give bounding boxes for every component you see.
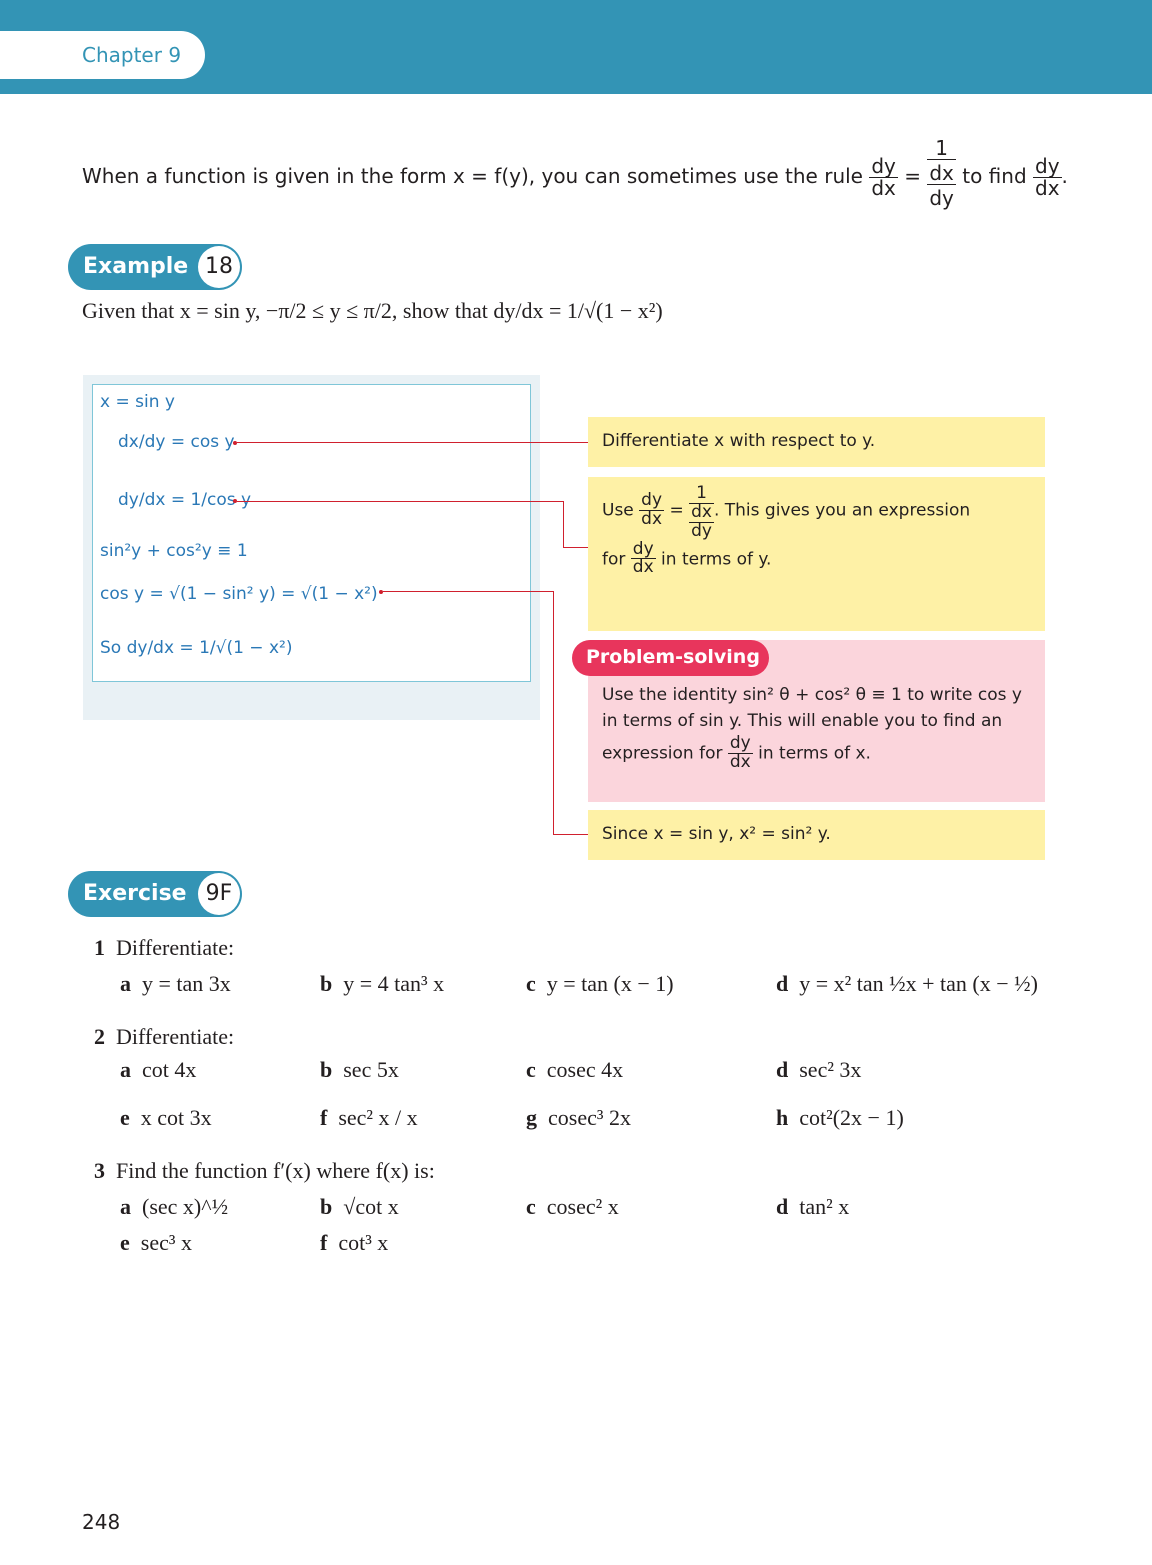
example-badge: Example 18 [68,244,242,290]
question-3f: f cot³ x [320,1230,389,1255]
working-line-3: dy/dx = 1/cos y [118,490,252,510]
connector-line-1 [237,442,588,443]
problem-solving-tag: Problem-solving [572,640,769,676]
question-3a: a (sec x)^½ [120,1194,229,1219]
working-line-1: x = sin y [100,392,175,412]
note-fraction-for: dy dx [630,538,656,578]
example-statement: Given that x = sin y, −π/2 ≤ y ≤ π/2, sh… [82,298,663,323]
note-differentiate: Differentiate x with respect to y. [588,417,1045,467]
question-1d: d y = x² tan ½x + tan (x − ½) [776,971,1038,996]
working-line-6: So dy/dx = 1/√(1 − x²) [100,638,293,658]
connector-line-3c [553,834,588,835]
connector-line-2a [237,501,564,502]
question-3b: b √cot x [320,1194,399,1219]
connector-line-2b [563,501,564,547]
note-fraction-reciprocal: 1 dx dy [689,483,714,541]
question-1a: a y = tan 3x [120,971,231,996]
rule-lhs-fraction: dy dx [869,154,898,200]
exercise-code: 9F [198,873,240,915]
question-1b: b y = 4 tan³ x [320,971,445,996]
question-1c: c y = tan (x − 1) [526,971,674,996]
question-3d: d tan² x [776,1194,850,1219]
working-line-2: dx/dy = cos y [118,432,235,452]
note-since: Since x = sin y, x² = sin² y. [588,810,1045,860]
question-2a: a cot 4x [120,1057,197,1082]
connector-line-3b [553,591,554,835]
intro-paragraph: When a function is given in the form x =… [82,136,1068,210]
question-2e: e x cot 3x [120,1105,212,1130]
page-number: 248 [82,1510,121,1534]
find-fraction: dy dx [1033,154,1062,200]
working-line-4: sin²y + cos²y ≡ 1 [100,541,248,561]
question-3e: e sec³ x [120,1230,192,1255]
rule-rhs-fraction: 1 dx dy [927,136,956,210]
question-3: 3 Find the function f′(x) where f(x) is: [94,1158,435,1183]
connector-line-3a [383,591,554,592]
ps-fraction: dy dx [727,732,753,772]
question-2c: c cosec 4x [526,1057,624,1082]
question-2h: h cot²(2x − 1) [776,1105,904,1130]
exercise-badge: Exercise 9F [68,871,242,917]
note-fraction-dydx: dy dx [639,490,665,530]
connector-line-2c [563,547,588,548]
working-line-5: cos y = √(1 − sin² y) = √(1 − x²) [100,584,378,604]
question-2f: f sec² x / x [320,1105,418,1130]
question-2: 2 Differentiate: [94,1024,235,1049]
question-3c: c cosec² x [526,1194,619,1219]
intro-text: When a function is given in the form x =… [82,164,863,188]
note-use-rule: Use dy dx = 1 dx dy. This gives you an expr… [588,477,1045,631]
question-1: 1 Differentiate: [94,935,235,960]
question-2b: b sec 5x [320,1057,399,1082]
question-2g: g cosec³ 2x [526,1105,631,1130]
example-number: 18 [198,246,240,288]
chapter-label: Chapter 9 [82,43,182,67]
question-2d: d sec² 3x [776,1057,862,1082]
